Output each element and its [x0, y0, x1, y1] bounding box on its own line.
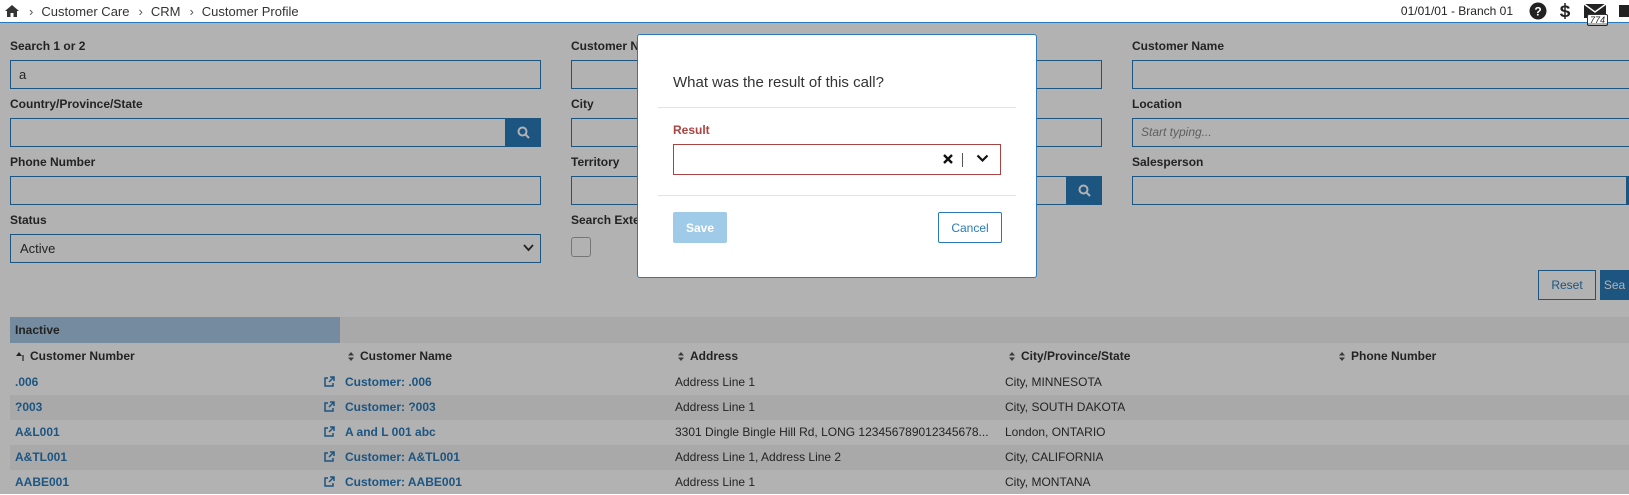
sync-s-icon[interactable]: S: [1557, 2, 1573, 20]
breadcrumb-customer-care[interactable]: Customer Care: [41, 4, 129, 19]
home-icon[interactable]: [4, 4, 20, 18]
help-icon[interactable]: ?: [1529, 2, 1547, 20]
print-icon[interactable]: [1617, 3, 1629, 19]
breadcrumb-customer-profile: Customer Profile: [201, 3, 299, 19]
result-label: Result: [673, 123, 710, 137]
date-branch[interactable]: 01/01/01 - Branch 01: [1401, 4, 1513, 18]
cancel-button[interactable]: Cancel: [938, 212, 1002, 243]
chevron-down-icon[interactable]: [976, 154, 989, 163]
result-select[interactable]: [673, 144, 1001, 175]
breadcrumb-crm[interactable]: CRM: [151, 4, 181, 19]
divider: [658, 107, 1016, 108]
mail-icon[interactable]: 774: [1583, 3, 1609, 26]
svg-text:?: ?: [1534, 5, 1541, 19]
close-icon[interactable]: [942, 153, 954, 165]
chevron-right-icon: ›: [138, 3, 143, 19]
divider: [658, 195, 1016, 196]
chevron-right-icon: ›: [189, 3, 194, 19]
header-right: 01/01/01 - Branch 01 ? S 774: [1401, 0, 1629, 26]
chevron-right-icon: ›: [29, 3, 34, 19]
dialog-question: What was the result of this call?: [673, 74, 884, 91]
save-button[interactable]: Save: [673, 212, 727, 243]
call-result-dialog: What was the result of this call? Result…: [637, 34, 1037, 278]
top-bar: › Customer Care › CRM › Customer Profile…: [0, 0, 1629, 26]
breadcrumb: › Customer Care › CRM › Customer Profile: [4, 0, 299, 22]
separator: [962, 153, 963, 167]
